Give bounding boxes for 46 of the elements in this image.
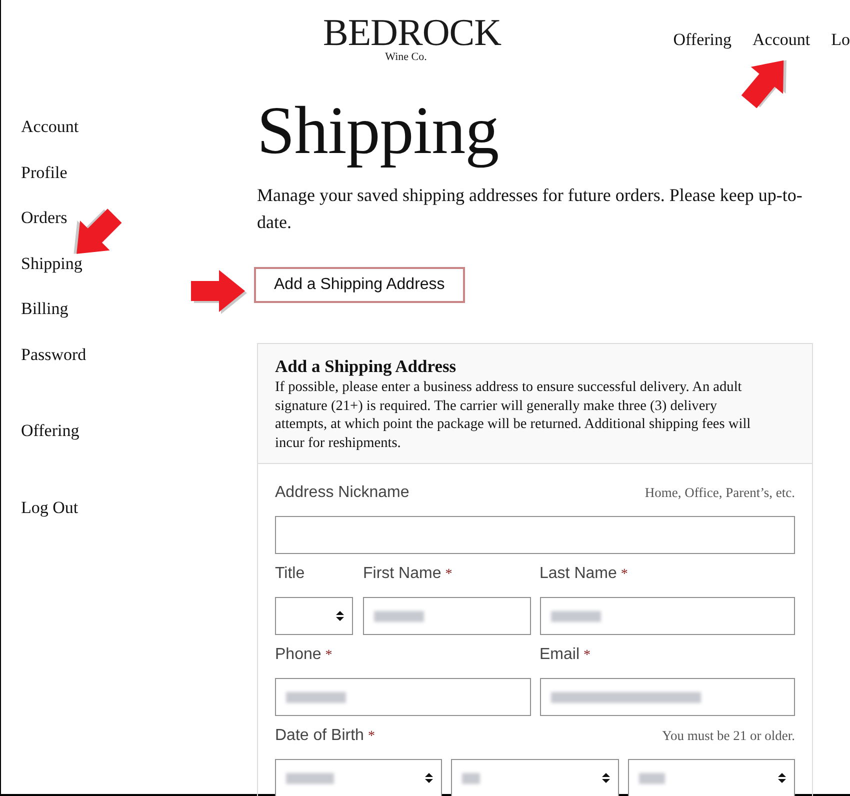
nav-link[interactable]: Lo	[831, 30, 850, 50]
sidebar-link[interactable]: Profile	[21, 150, 68, 195]
required-mark: *	[584, 648, 591, 664]
add-address-button[interactable]: Add a Shipping Address	[254, 267, 465, 303]
select-caret-icon	[602, 772, 610, 784]
sidebar-link[interactable]: Account	[21, 104, 79, 150]
input-field[interactable]	[540, 597, 795, 636]
select-caret-icon	[336, 610, 344, 622]
field-hint: You must be 21 or older.	[662, 728, 795, 744]
nav-link[interactable]: Offering	[673, 30, 732, 50]
field-label: Title	[275, 565, 305, 582]
sidebar-link[interactable]: Shipping	[21, 240, 82, 286]
sidebar-link[interactable]: Log Out	[21, 484, 78, 530]
input-field[interactable]	[275, 516, 795, 554]
form-title: Add a Shipping Address	[275, 355, 458, 378]
sidebar-link[interactable]: Orders	[21, 195, 68, 240]
select-field[interactable]	[275, 759, 442, 796]
field-label: Last Name	[540, 565, 617, 582]
field-label: First Name	[363, 565, 442, 582]
select-field[interactable]	[451, 759, 619, 796]
arrow-icon	[191, 269, 249, 315]
select-field[interactable]	[275, 597, 353, 636]
sidebar-link[interactable]: Billing	[21, 286, 68, 332]
page-title: Shipping	[257, 91, 500, 170]
field-label: Email	[540, 646, 580, 664]
field-label: Phone	[275, 646, 322, 664]
required-mark: *	[325, 648, 332, 664]
input-field[interactable]	[275, 678, 530, 716]
required-mark: *	[445, 567, 452, 582]
select-caret-icon	[425, 772, 434, 784]
required-mark: *	[620, 567, 628, 582]
input-field[interactable]	[540, 678, 795, 716]
logo-wordmark[interactable]: BEDROCK	[323, 14, 502, 52]
sidebar-link[interactable]: Offering	[21, 408, 80, 454]
form-note: If possible, please enter a business address to ensure successful delivery. An adult signature (21+) is required. The carrier will generally make three (3) delivery attempts, at which point the package will be returned. Additional shipping fees will incur for reshipments.	[275, 378, 752, 452]
input-field[interactable]	[363, 597, 530, 636]
field-label: Address Nickname	[275, 484, 410, 502]
sidebar-link[interactable]: Password	[21, 332, 86, 377]
field-hint: Home, Office, Parent’s, etc.	[644, 485, 795, 502]
required-mark: *	[368, 729, 375, 744]
logo-tagline: Wine Co.	[385, 52, 427, 63]
select-field[interactable]	[628, 759, 795, 796]
page-description: Manage your saved shipping addresses for future orders. Please keep up-to-date.	[257, 184, 804, 234]
nav-link[interactable]: Account	[752, 30, 810, 50]
field-label: Date of Birth	[275, 727, 364, 744]
select-caret-icon	[778, 772, 786, 784]
